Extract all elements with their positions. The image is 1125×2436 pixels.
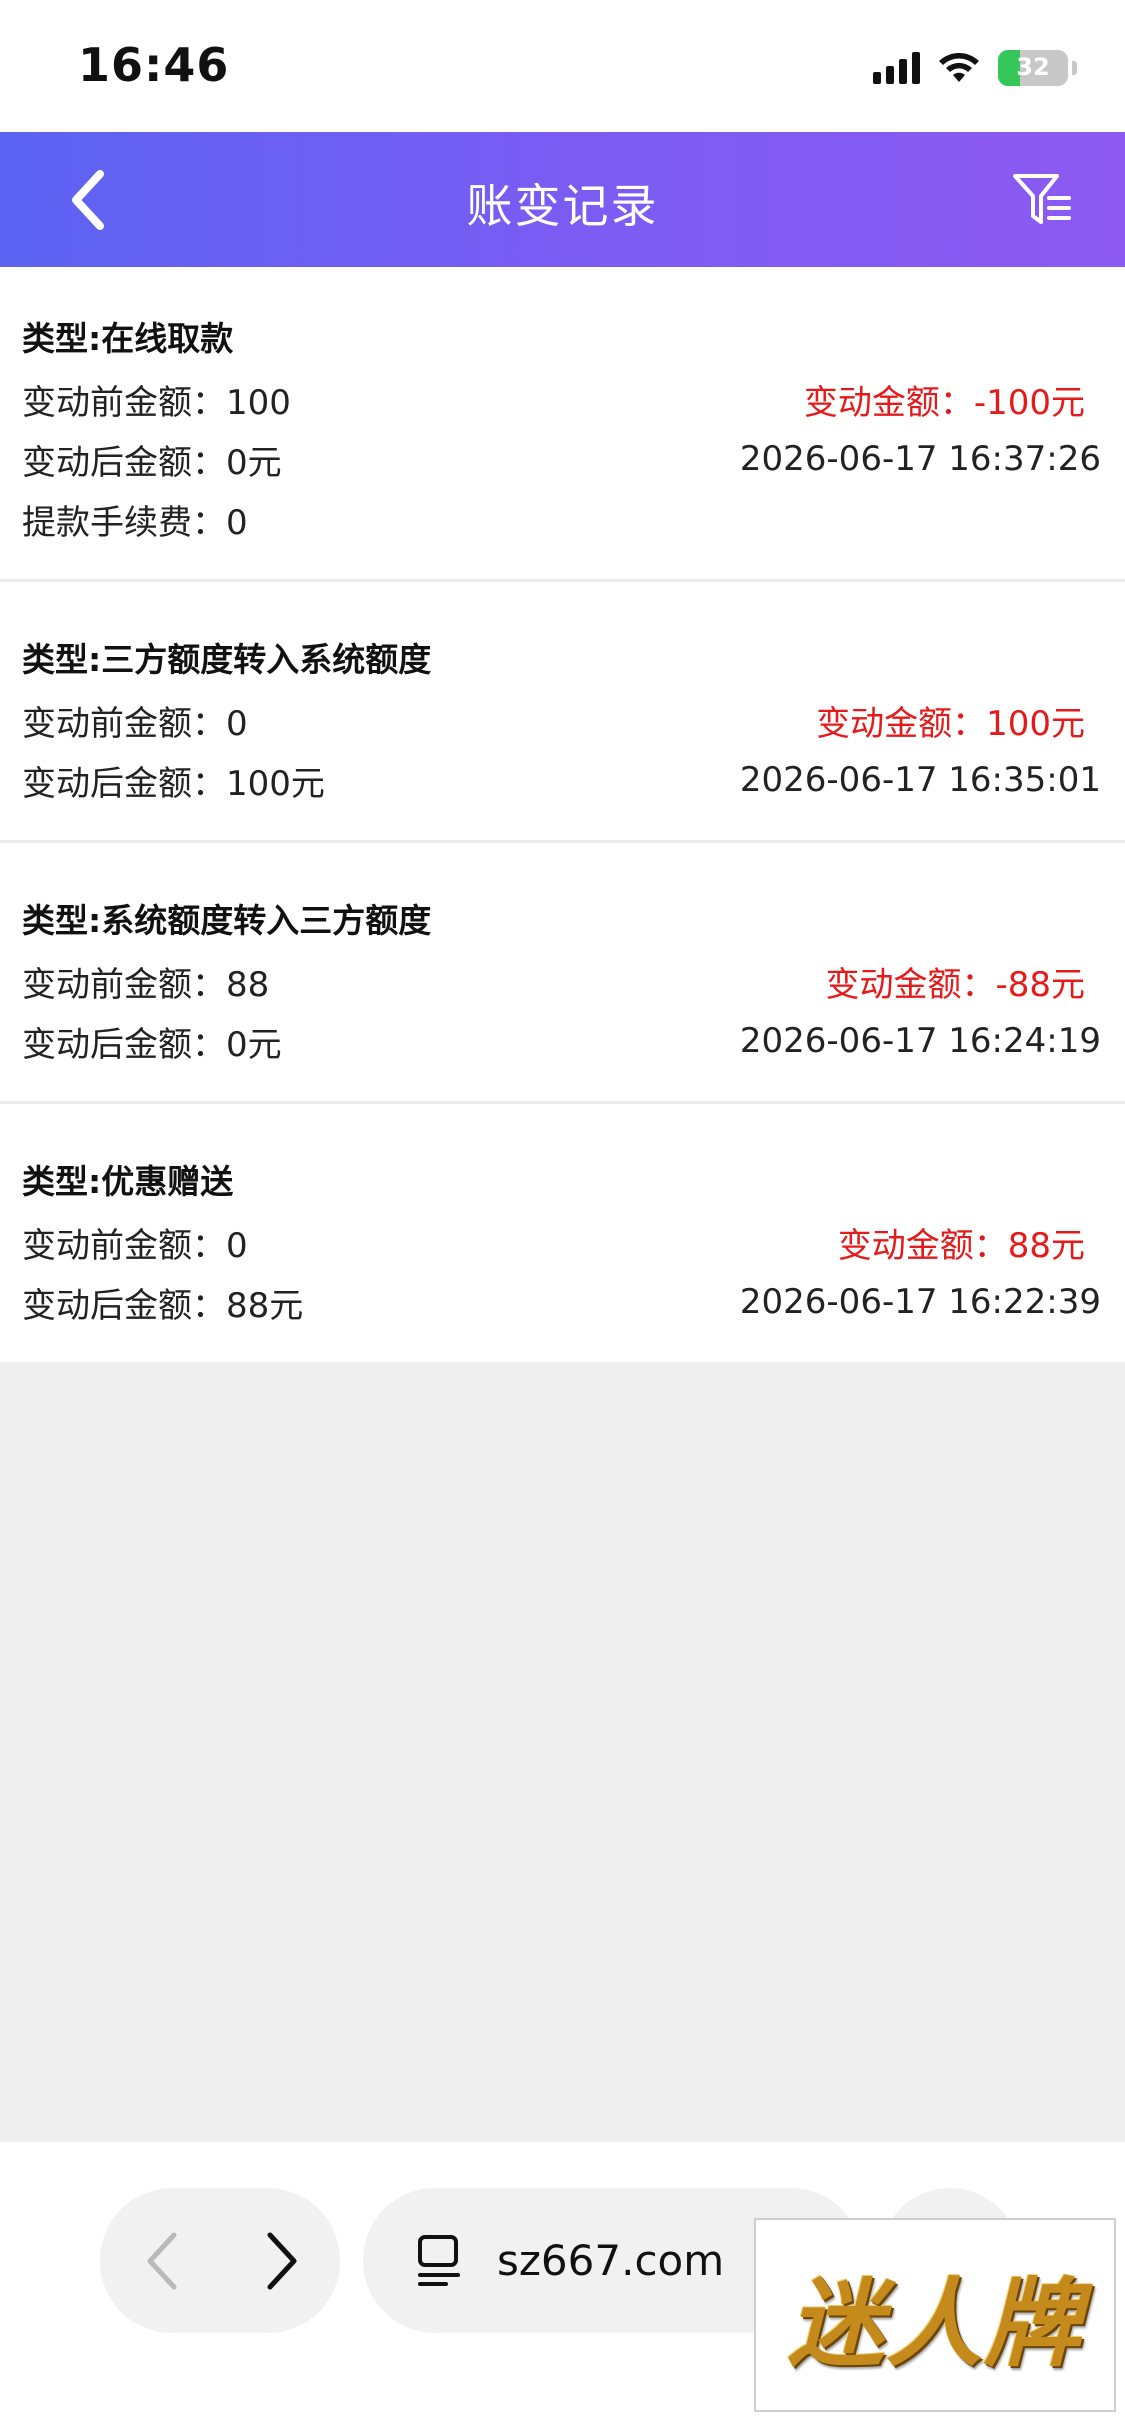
filter-icon (1013, 174, 1071, 224)
amount-before: 变动前金额：100 (22, 382, 291, 423)
record-type: 类型:系统额度转入三方额度 (22, 901, 432, 940)
status-bar: 16:46 32 (0, 0, 1125, 132)
change-amount: 变动金额：-88元 (825, 964, 1085, 1005)
change-amount: 变动金额：100元 (816, 703, 1085, 744)
record-row: 变动后金额：88元 2026-06-17 16:22:39 (22, 1272, 1101, 1332)
page-title: 账变记录 (466, 179, 659, 233)
record-time: 2026-06-17 16:35:01 (739, 760, 1101, 800)
amount-before: 变动前金额：88 (22, 964, 270, 1005)
watermark-text: 迷人牌 (788, 2266, 1082, 2380)
record-time: 2026-06-17 16:37:26 (739, 439, 1101, 479)
amount-after: 变动后金额：0元 (22, 1024, 282, 1065)
status-time: 16:46 (78, 38, 230, 92)
amount-after: 变动后金额：88元 (22, 1285, 304, 1326)
record-item[interactable]: 类型:在线取款 变动前金额：100 变动金额：-100元 变动后金额：0元 20… (0, 267, 1125, 582)
battery-percentage: 32 (1016, 53, 1050, 81)
record-type: 类型:优惠赠送 (22, 1162, 234, 1201)
record-item[interactable]: 类型:三方额度转入系统额度 变动前金额：0 变动金额：100元 变动后金额：10… (0, 582, 1125, 843)
withdrawal-fee: 提款手续费：0 (22, 502, 248, 543)
amount-after: 变动后金额：100元 (22, 763, 325, 804)
browser-back-icon (147, 2232, 177, 2290)
record-item[interactable]: 类型:系统额度转入三方额度 变动前金额：88 变动金额：-88元 变动后金额：0… (0, 843, 1125, 1104)
record-list: 类型:在线取款 变动前金额：100 变动金额：-100元 变动后金额：0元 20… (0, 267, 1125, 1362)
browser-forward-icon (267, 2232, 297, 2290)
browser-forward-button[interactable] (252, 2228, 312, 2294)
record-time: 2026-06-17 16:22:39 (739, 1282, 1101, 1322)
tabs-icon[interactable] (411, 2231, 467, 2291)
record-row: 变动后金额：0元 2026-06-17 16:37:26 (22, 429, 1101, 489)
record-row: 变动后金额：0元 2026-06-17 16:24:19 (22, 1011, 1101, 1071)
watermark-logo: 迷人牌 (754, 2218, 1116, 2412)
record-type: 类型:在线取款 (22, 319, 234, 358)
record-row: 变动后金额：100元 2026-06-17 16:35:01 (22, 750, 1101, 810)
amount-before: 变动前金额：0 (22, 1225, 248, 1266)
amount-after: 变动后金额：0元 (22, 442, 282, 483)
browser-nav-group (100, 2188, 340, 2333)
amount-before: 变动前金额：0 (22, 703, 248, 744)
record-row: 变动前金额：0 变动金额：88元 (22, 1212, 1101, 1272)
change-amount: 变动金额：-100元 (803, 382, 1085, 423)
header-bar: 账变记录 (0, 132, 1125, 267)
wifi-icon (939, 53, 979, 82)
record-time: 2026-06-17 16:24:19 (739, 1021, 1101, 1061)
change-amount: 变动金额：88元 (837, 1225, 1085, 1266)
filter-button[interactable] (1009, 168, 1075, 234)
record-row: 变动前金额：0 变动金额：100元 (22, 690, 1101, 750)
record-row: 变动前金额：88 变动金额：-88元 (22, 951, 1101, 1011)
browser-back-button[interactable] (132, 2228, 192, 2294)
record-type: 类型:三方额度转入系统额度 (22, 640, 432, 679)
record-item[interactable]: 类型:优惠赠送 变动前金额：0 变动金额：88元 变动后金额：88元 2026-… (0, 1104, 1125, 1362)
record-row: 提款手续费：0 (22, 489, 1101, 549)
cellular-signal-icon (873, 52, 920, 84)
record-row: 变动前金额：100 变动金额：-100元 (22, 369, 1101, 429)
battery-icon: 32 (998, 50, 1068, 86)
status-icons: 32 (873, 46, 1077, 90)
url-text: sz667.com (497, 2236, 725, 2285)
battery-cap (1072, 61, 1077, 75)
